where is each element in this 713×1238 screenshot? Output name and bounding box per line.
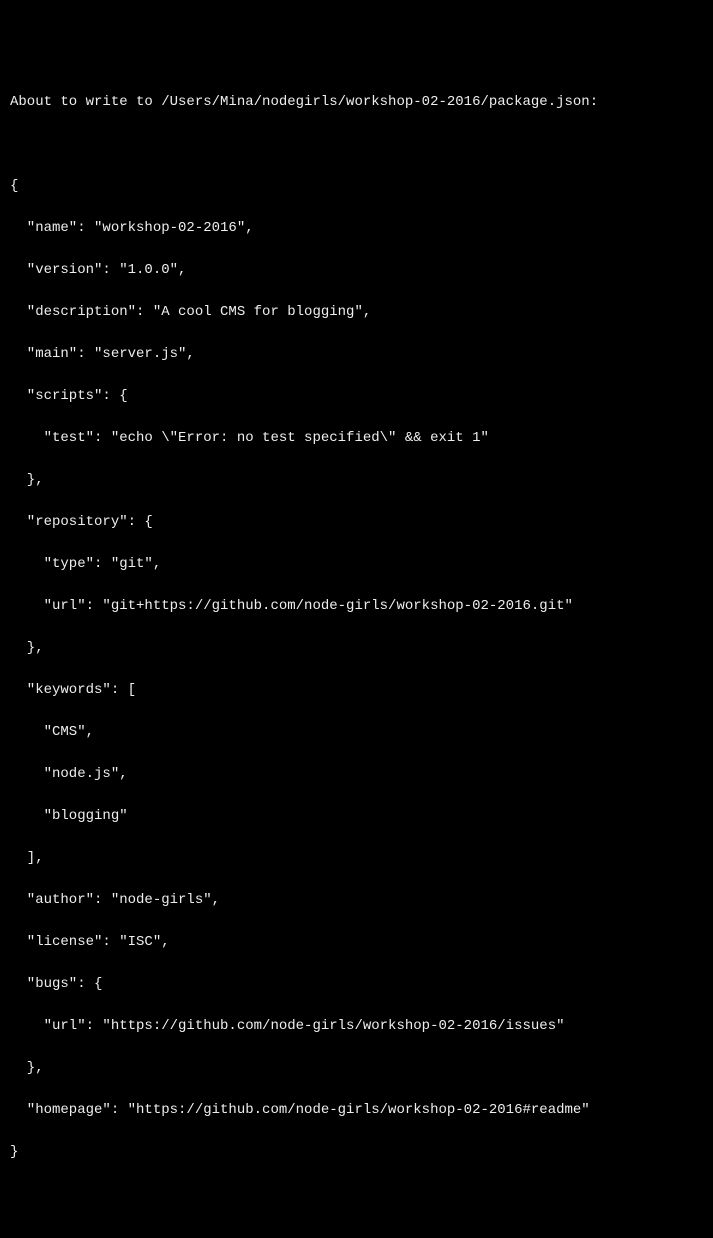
json-repo-close: },	[10, 638, 703, 659]
blank-line	[10, 134, 703, 155]
json-repo-url: "url": "git+https://github.com/node-girl…	[10, 596, 703, 617]
json-keywords-node: "node.js",	[10, 764, 703, 785]
blank-line-3	[10, 1226, 703, 1238]
json-close-brace: }	[10, 1142, 703, 1163]
json-scripts-test: "test": "echo \"Error: no test specified…	[10, 428, 703, 449]
json-version: "version": "1.0.0",	[10, 260, 703, 281]
json-keywords-close: ],	[10, 848, 703, 869]
json-name: "name": "workshop-02-2016",	[10, 218, 703, 239]
json-bugs-url: "url": "https://github.com/node-girls/wo…	[10, 1016, 703, 1037]
json-repo-open: "repository": {	[10, 512, 703, 533]
json-scripts-open: "scripts": {	[10, 386, 703, 407]
json-description: "description": "A cool CMS for blogging"…	[10, 302, 703, 323]
blank-line-2	[10, 1184, 703, 1205]
json-keywords-open: "keywords": [	[10, 680, 703, 701]
intro-line: About to write to /Users/Mina/nodegirls/…	[10, 92, 703, 113]
json-main: "main": "server.js",	[10, 344, 703, 365]
json-scripts-close: },	[10, 470, 703, 491]
json-keywords-blog: "blogging"	[10, 806, 703, 827]
json-author: "author": "node-girls",	[10, 890, 703, 911]
json-bugs-close: },	[10, 1058, 703, 1079]
json-license: "license": "ISC",	[10, 932, 703, 953]
json-open-brace: {	[10, 176, 703, 197]
json-keywords-cms: "CMS",	[10, 722, 703, 743]
json-bugs-open: "bugs": {	[10, 974, 703, 995]
json-homepage: "homepage": "https://github.com/node-gir…	[10, 1100, 703, 1121]
json-repo-type: "type": "git",	[10, 554, 703, 575]
